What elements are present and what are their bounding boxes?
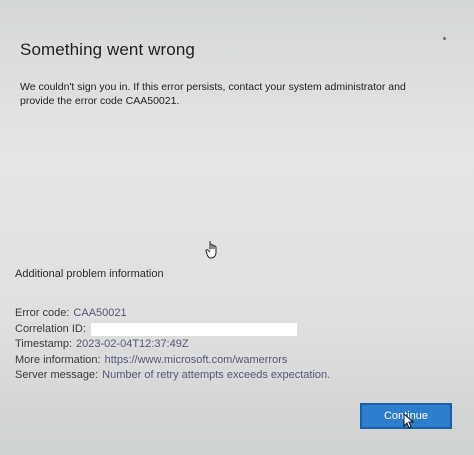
timestamp-value: 2023-02-04T12:37:49Z [76, 338, 189, 350]
dialog-title: Something went wrong [20, 40, 195, 59]
server-message-row: Server message: Number of retry attempts… [15, 368, 330, 384]
error-code-label: Error code: [15, 307, 70, 319]
error-message: We couldn't sign you in. If this error p… [20, 81, 406, 107]
timestamp-row: Timestamp: 2023-02-04T12:37:49Z [15, 337, 330, 353]
correlation-id-redacted [90, 322, 297, 336]
problem-details: Error code: CAA50021 Correlation ID: Tim… [15, 306, 330, 384]
timestamp-label: Timestamp: [15, 338, 73, 350]
more-info-label: More information: [15, 353, 101, 366]
error-code-row: Error code: CAA50021 [15, 306, 330, 322]
arrow-cursor-icon [403, 413, 415, 429]
more-info-row: More information: https://www.microsoft.… [15, 353, 330, 369]
hand-cursor-icon [205, 241, 217, 259]
camera-dot [443, 37, 446, 40]
server-message-label: Server message: [15, 369, 99, 381]
correlation-id-row: Correlation ID: [15, 322, 330, 338]
section-title: Additional problem information [15, 268, 164, 280]
server-message-value: Number of retry attempts exceeds expecta… [102, 369, 331, 381]
error-dialog: Something went wrong We couldn't sign yo… [0, 0, 474, 455]
error-code-value: CAA50021 [73, 307, 127, 319]
correlation-id-label: Correlation ID: [15, 322, 86, 335]
more-info-link[interactable]: https://www.microsoft.com/wamerrors [105, 353, 288, 369]
